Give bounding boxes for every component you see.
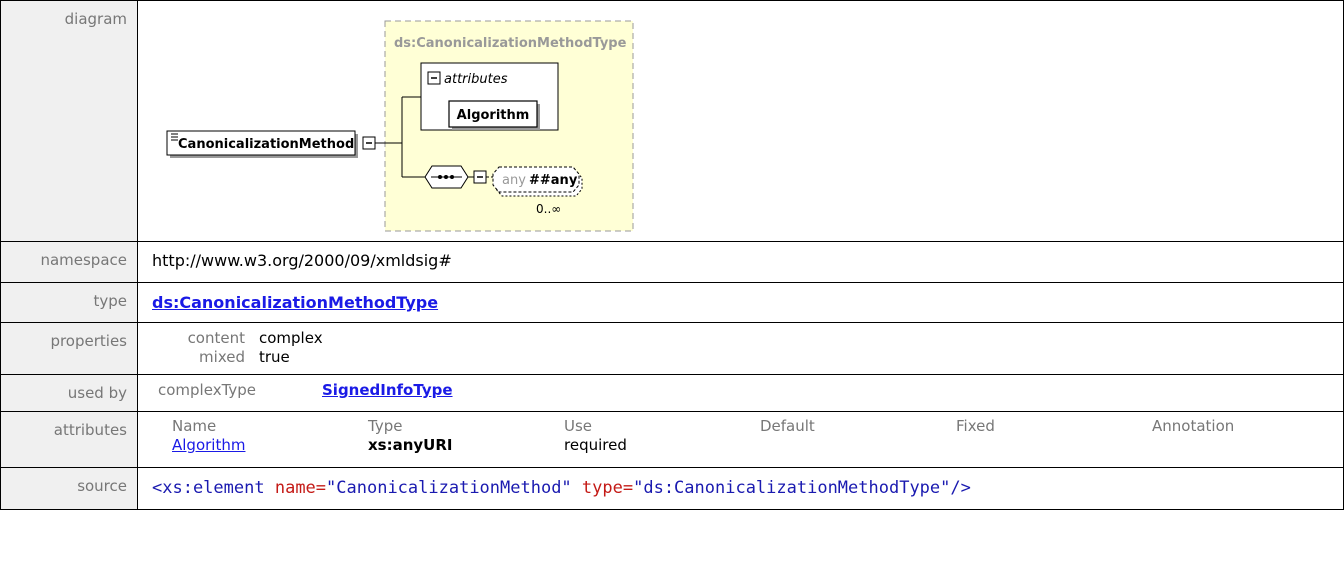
attributes-header-fixed: Fixed bbox=[956, 417, 995, 435]
diagram-cell: ds:CanonicalizationMethodType attributes… bbox=[137, 0, 1344, 242]
attribute-fixed bbox=[956, 436, 1152, 455]
type-link[interactable]: ds:CanonicalizationMethodType bbox=[152, 293, 438, 312]
attributes-header-default: Default bbox=[760, 417, 815, 435]
used-by-grid: complexType SignedInfoType bbox=[138, 375, 1343, 400]
attributes-header-type: Type bbox=[368, 417, 403, 435]
attributes-header-annotation: Annotation bbox=[1152, 417, 1235, 435]
attribute-use: required bbox=[564, 436, 627, 454]
source-row: source <xs:element name="Canonicalizatio… bbox=[0, 467, 1344, 510]
attributes-cell: Name Type Use Default Fixed Annotation A… bbox=[137, 411, 1344, 468]
namespace-label: namespace bbox=[0, 241, 138, 283]
attributes-label: attributes bbox=[0, 411, 138, 468]
source-attr-name: name= bbox=[274, 478, 327, 498]
property-value: true bbox=[259, 348, 290, 366]
namespace-value: http://www.w3.org/2000/09/xmldsig# bbox=[137, 241, 1344, 283]
any-namespace: ##any bbox=[529, 173, 578, 188]
any-occurrence: 0..∞ bbox=[536, 202, 561, 216]
property-value: complex bbox=[259, 329, 323, 347]
attribute-default bbox=[760, 436, 956, 455]
used-by-row: used by complexType SignedInfoType bbox=[0, 374, 1344, 412]
namespace-row: namespace http://www.w3.org/2000/09/xmld… bbox=[0, 241, 1344, 283]
algorithm-attribute-label: Algorithm bbox=[457, 108, 530, 123]
schema-diagram: ds:CanonicalizationMethodType attributes… bbox=[166, 20, 634, 232]
diagram-label: diagram bbox=[0, 0, 138, 242]
attribute-name-link[interactable]: Algorithm bbox=[172, 436, 368, 455]
type-row: type ds:CanonicalizationMethodType bbox=[0, 282, 1344, 323]
any-label: any bbox=[502, 173, 526, 188]
element-name: CanonicalizationMethod bbox=[178, 137, 354, 152]
properties-label: properties bbox=[0, 322, 138, 375]
used-by-link[interactable]: SignedInfoType bbox=[322, 381, 522, 400]
type-cell: ds:CanonicalizationMethodType bbox=[137, 282, 1344, 323]
attributes-header-name: Name bbox=[172, 417, 217, 435]
properties-grid: content complex mixed true bbox=[138, 323, 1343, 367]
source-attr-name: type= bbox=[581, 478, 634, 498]
source-attr-value: "CanonicalizationMethod" bbox=[326, 478, 572, 498]
attribute-type: xs:anyURI bbox=[368, 436, 453, 454]
type-label: type bbox=[0, 282, 138, 323]
source-code: <xs:element name="CanonicalizationMethod… bbox=[137, 467, 1344, 510]
attributes-header-use: Use bbox=[564, 417, 593, 435]
properties-cell: content complex mixed true bbox=[137, 322, 1344, 375]
diagram-row: diagram ds:CanonicalizationMethodType at… bbox=[0, 0, 1344, 242]
attributes-table: Name Type Use Default Fixed Annotation A… bbox=[138, 412, 1343, 455]
source-label: source bbox=[0, 467, 138, 510]
used-by-kind: complexType bbox=[158, 381, 257, 399]
used-by-label: used by bbox=[0, 374, 138, 412]
attribute-annotation bbox=[1152, 436, 1332, 455]
attributes-row: attributes Name Type Use Default Fixed A… bbox=[0, 411, 1344, 468]
properties-row: properties content complex mixed true bbox=[0, 322, 1344, 375]
used-by-cell: complexType SignedInfoType bbox=[137, 374, 1344, 412]
schema-doc-table: diagram ds:CanonicalizationMethodType at… bbox=[0, 0, 1344, 510]
property-key: mixed bbox=[199, 348, 245, 366]
source-close-tag: /> bbox=[950, 478, 971, 498]
attributes-group-label: attributes bbox=[444, 72, 508, 87]
source-attr-value: "ds:CanonicalizationMethodType" bbox=[633, 478, 951, 498]
type-box-title: ds:CanonicalizationMethodType bbox=[394, 36, 627, 51]
property-key: content bbox=[187, 329, 245, 347]
source-open-tag: <xs:element bbox=[152, 478, 265, 498]
